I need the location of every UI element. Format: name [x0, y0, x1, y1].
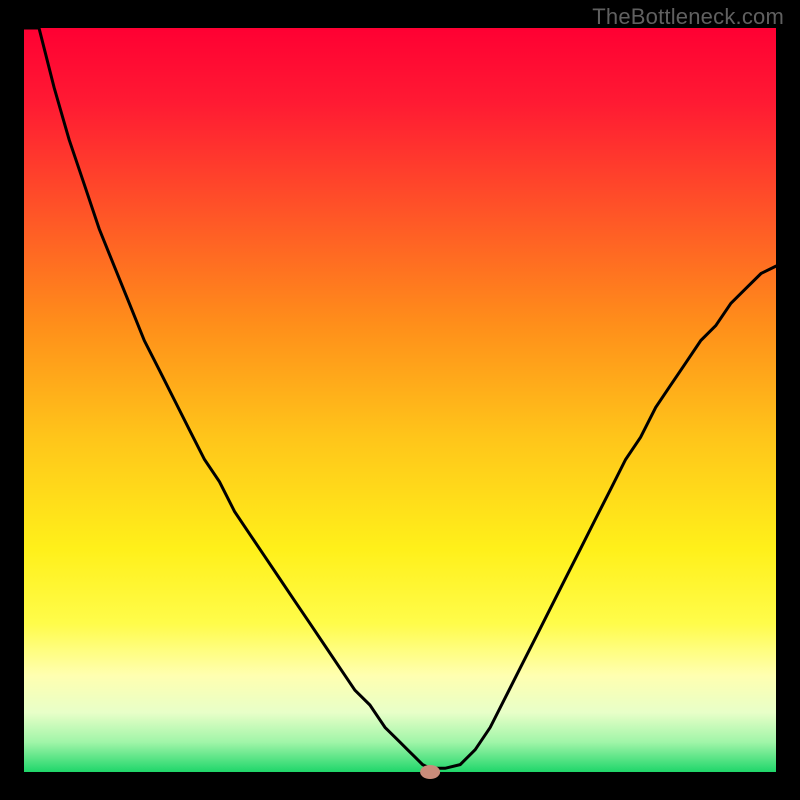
bottleneck-chart [0, 0, 800, 800]
chart-frame: TheBottleneck.com [0, 0, 800, 800]
plot-area [24, 28, 776, 772]
watermark-text: TheBottleneck.com [592, 4, 784, 30]
optimal-point-marker [420, 765, 440, 779]
gradient-background [24, 28, 776, 772]
